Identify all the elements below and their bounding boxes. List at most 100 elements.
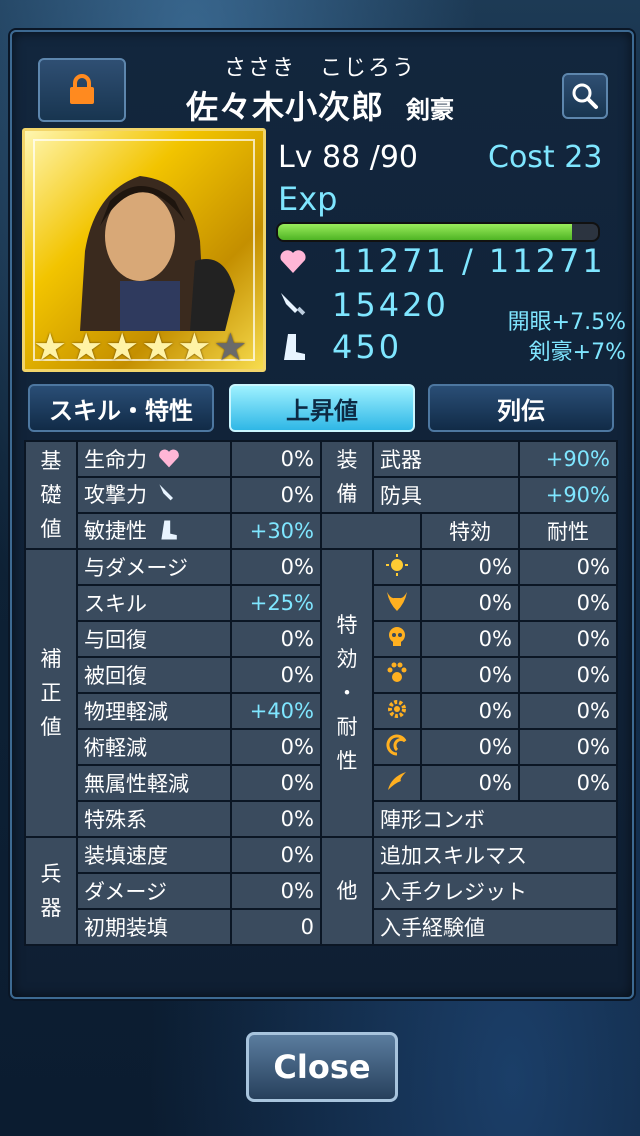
stat-label-text: 特殊系 bbox=[84, 808, 147, 832]
stat-value: 0% bbox=[230, 836, 322, 874]
stat-label-text: 被回復 bbox=[84, 664, 147, 688]
character-art bbox=[80, 176, 235, 331]
star-filled-icon: ★ bbox=[141, 325, 176, 369]
boot-icon bbox=[157, 518, 179, 547]
gear-icon bbox=[372, 692, 422, 730]
sword-icon bbox=[281, 293, 306, 316]
section-other-label: 他 bbox=[320, 836, 374, 946]
stat-value: 0% bbox=[230, 728, 322, 766]
heart-icon bbox=[157, 447, 181, 474]
stat-label-text: 装填速度 bbox=[84, 844, 168, 868]
character-name: 佐々木小次郎 bbox=[185, 88, 384, 126]
star-empty-icon: ★ bbox=[213, 325, 248, 369]
stat-value: 0% bbox=[230, 800, 322, 838]
stat-value: 0% bbox=[230, 656, 322, 694]
equipment-label: 武器 bbox=[372, 440, 520, 478]
special-resist-value: 0% bbox=[518, 620, 618, 658]
stat-label-text: 与回復 bbox=[84, 628, 147, 652]
stat-label: 生命力 bbox=[76, 440, 232, 478]
effect-header: 特効 bbox=[420, 512, 520, 550]
hp-value: 11271 / 11271 bbox=[332, 242, 606, 280]
section-weapon-label: 兵器 bbox=[24, 836, 78, 946]
stat-label: スキル bbox=[76, 584, 232, 622]
equipment-label: 防具 bbox=[372, 476, 520, 514]
table-row: 敏捷性 +30% 特効 耐性 bbox=[25, 512, 618, 550]
stat-label: 攻撃力 bbox=[76, 476, 232, 514]
search-button[interactable] bbox=[562, 73, 608, 119]
other-label: 入手クレジット bbox=[372, 872, 618, 910]
section-base-label: 基礎値 bbox=[24, 440, 78, 550]
boot-icon bbox=[284, 334, 305, 360]
equipment-value: +90% bbox=[518, 440, 618, 478]
attack-row: 15420 bbox=[278, 286, 449, 324]
stat-label-text: 初期装填 bbox=[84, 916, 168, 940]
other-label: 入手経験値 bbox=[372, 908, 618, 946]
section-correction-label: 補正値 bbox=[24, 548, 78, 838]
star-filled-icon: ★ bbox=[69, 325, 104, 369]
header-blank bbox=[320, 512, 422, 550]
paw-icon bbox=[372, 656, 422, 694]
stat-value: 0% bbox=[230, 440, 322, 478]
attack-value: 15420 bbox=[332, 286, 449, 324]
stat-label: 与ダメージ bbox=[76, 548, 232, 586]
sword-icon bbox=[157, 482, 181, 511]
name-furigana: ささき こじろう bbox=[223, 56, 416, 81]
special-effect-value: 0% bbox=[420, 764, 520, 802]
close-button[interactable]: Close bbox=[246, 1032, 398, 1102]
special-resist-value: 0% bbox=[518, 692, 618, 730]
tab-biography[interactable]: 列伝 bbox=[428, 384, 614, 432]
agility-row: 450 bbox=[278, 328, 402, 366]
special-resist-value: 0% bbox=[518, 728, 618, 766]
special-effect-value: 0% bbox=[420, 584, 520, 622]
stat-value: 0% bbox=[230, 548, 322, 586]
tab-skills[interactable]: スキル・特性 bbox=[28, 384, 214, 432]
stat-value: 0 bbox=[230, 908, 322, 946]
stat-label: 術軽減 bbox=[76, 728, 232, 766]
special-resist-value: 0% bbox=[518, 548, 618, 586]
stat-value: 0% bbox=[230, 764, 322, 802]
stat-label-text: 攻撃力 bbox=[84, 483, 147, 508]
stat-label: 敏捷性 bbox=[76, 512, 232, 550]
level-text: Lv 88 /90 bbox=[278, 140, 418, 175]
special-effect-value: 0% bbox=[420, 692, 520, 730]
agility-value: 450 bbox=[332, 328, 403, 366]
exp-bar bbox=[276, 222, 600, 242]
stat-label: 無属性軽減 bbox=[76, 764, 232, 802]
stat-label: 初期装填 bbox=[76, 908, 232, 946]
stat-label-text: スキル bbox=[84, 592, 147, 616]
stat-value: 0% bbox=[230, 476, 322, 514]
stat-label: 特殊系 bbox=[76, 800, 232, 838]
stat-label: 装填速度 bbox=[76, 836, 232, 874]
special-effect-value: 0% bbox=[420, 620, 520, 658]
other-label: 陣形コンボ bbox=[372, 800, 618, 838]
star-filled-icon: ★ bbox=[105, 325, 140, 369]
horned-beast-icon bbox=[372, 584, 422, 622]
special-effect-value: 0% bbox=[420, 728, 520, 766]
sun-icon bbox=[372, 548, 422, 586]
cost-value: 23 bbox=[564, 140, 603, 175]
tab-stat-increase[interactable]: 上昇値 bbox=[229, 384, 415, 432]
stat-label-text: 無属性軽減 bbox=[84, 772, 189, 796]
name-row: 佐々木小次郎 剣豪 bbox=[0, 82, 640, 128]
section-equipment-label: 装備 bbox=[320, 440, 374, 514]
exp-label: Exp bbox=[278, 180, 338, 218]
special-resist-value: 0% bbox=[518, 656, 618, 694]
wing-icon bbox=[372, 764, 422, 802]
swirl-icon bbox=[372, 728, 422, 766]
equipment-value: +90% bbox=[518, 476, 618, 514]
star-filled-icon: ★ bbox=[33, 325, 68, 369]
character-class: 剣豪 bbox=[406, 96, 454, 124]
special-resist-value: 0% bbox=[518, 584, 618, 622]
stat-label-text: 物理軽減 bbox=[84, 700, 168, 724]
other-label: 追加スキルマス bbox=[372, 836, 618, 874]
special-effect-value: 0% bbox=[420, 656, 520, 694]
stat-value: +40% bbox=[230, 692, 322, 730]
stat-value: 0% bbox=[230, 620, 322, 658]
section-special-label: 特効・耐性 bbox=[320, 548, 374, 838]
skull-icon bbox=[372, 620, 422, 658]
stat-value: +25% bbox=[230, 584, 322, 622]
cost-text: Cost 23 bbox=[488, 140, 602, 175]
stat-value: 0% bbox=[230, 872, 322, 910]
magnifier-icon bbox=[572, 83, 598, 109]
stat-value: +30% bbox=[230, 512, 322, 550]
